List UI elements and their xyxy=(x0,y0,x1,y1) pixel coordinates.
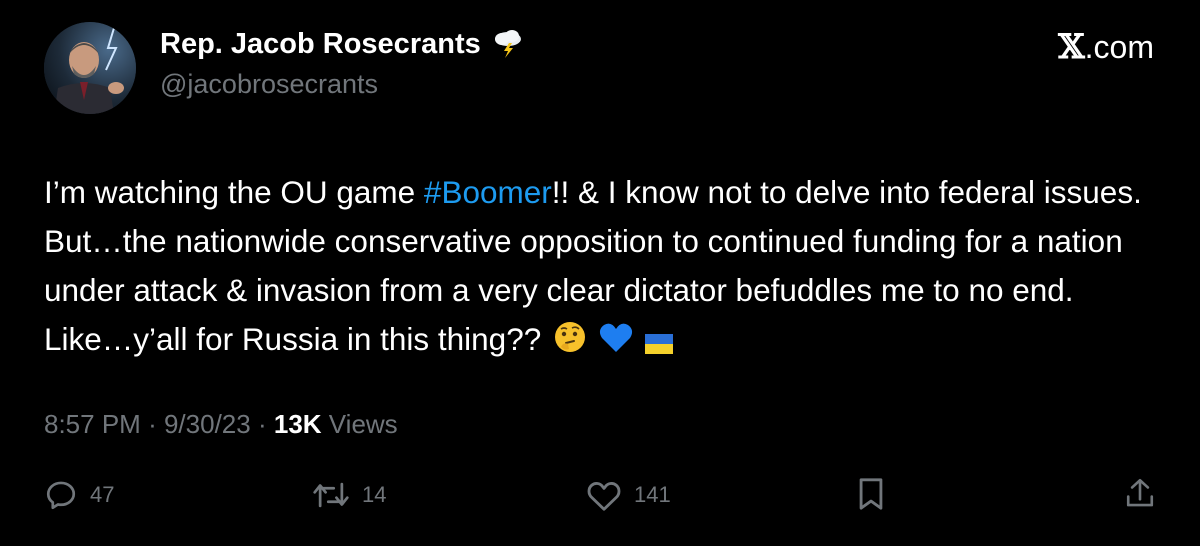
heart-icon xyxy=(587,482,621,511)
repost-icon xyxy=(313,482,349,508)
meta-separator: · xyxy=(257,409,267,439)
bookmark-icon xyxy=(859,478,883,510)
tweet-date[interactable]: 9/30/23 xyxy=(164,409,251,439)
hashtag-link[interactable]: #Boomer xyxy=(424,174,552,210)
share-button[interactable] xyxy=(1124,477,1156,511)
repost-count: 14 xyxy=(362,482,387,507)
repost-button[interactable]: 14 xyxy=(312,477,386,513)
reply-button[interactable]: 47 xyxy=(44,477,114,513)
avatar[interactable] xyxy=(44,22,136,114)
cloud-with-lightning-icon xyxy=(491,29,525,59)
thinking-face-icon xyxy=(553,319,587,368)
blue-heart-icon xyxy=(599,319,633,368)
views-count: 13K xyxy=(273,409,322,439)
tweet-text: I’m watching the OU game #Boomer!! & I k… xyxy=(44,168,1164,368)
tweet-text-part: I’m watching the OU game xyxy=(44,174,424,210)
tweet-meta: 8:57 PM · 9/30/23 · 13K Views xyxy=(44,406,398,442)
meta-separator: · xyxy=(148,409,157,439)
reply-count: 47 xyxy=(90,482,115,507)
bookmark-button[interactable] xyxy=(856,477,886,511)
share-icon xyxy=(1126,478,1154,507)
avatar-image xyxy=(44,22,136,114)
author-display-name[interactable]: Rep. Jacob Rosecrants xyxy=(160,28,481,60)
tweet-time[interactable]: 8:57 PM xyxy=(44,409,141,439)
ukraine-flag-icon xyxy=(645,319,674,368)
x-logo-icon: 𝕏 xyxy=(1058,27,1085,67)
like-button[interactable]: 141 xyxy=(586,477,671,513)
views-label: Views xyxy=(328,409,398,439)
source-domain: .com xyxy=(1084,29,1154,65)
author-handle[interactable]: @jacobrosecrants xyxy=(160,68,378,100)
author-name-row: Rep. Jacob Rosecrants xyxy=(160,28,525,60)
reply-icon xyxy=(46,481,76,510)
x-com-branding: 𝕏 .com xyxy=(1058,30,1154,64)
like-count: 141 xyxy=(634,482,671,507)
